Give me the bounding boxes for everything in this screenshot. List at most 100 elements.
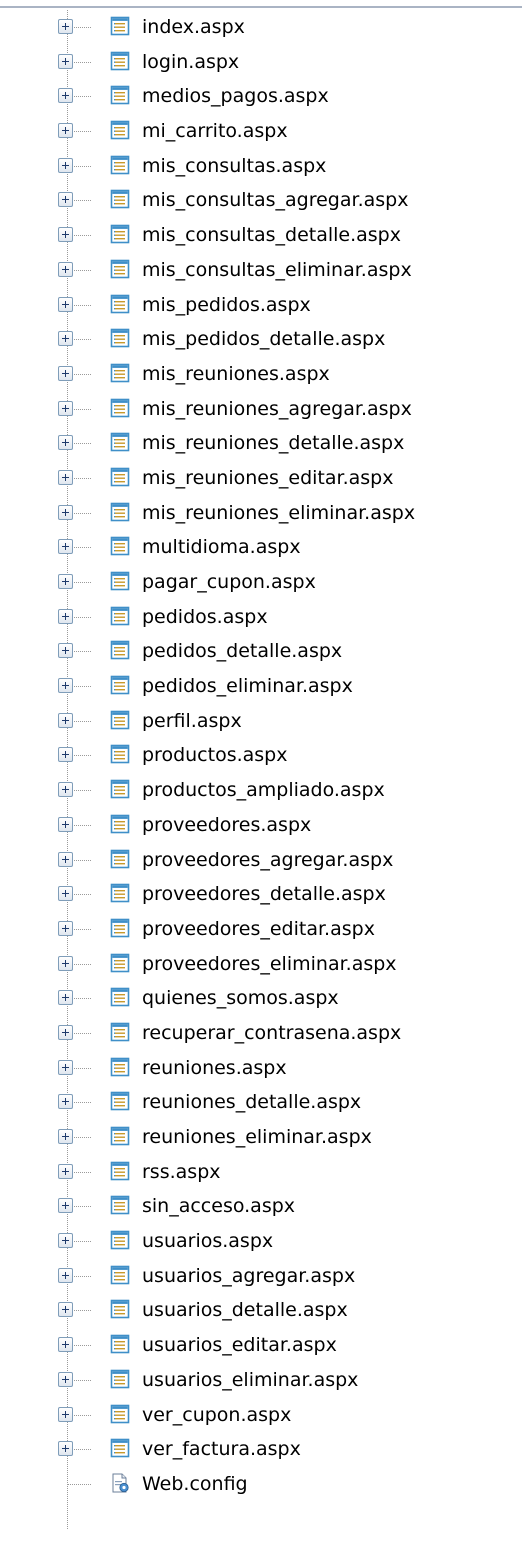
- tree-item[interactable]: index.aspx: [0, 10, 522, 45]
- expand-plus-icon[interactable]: [58, 678, 73, 694]
- expand-plus-icon[interactable]: [58, 1267, 73, 1283]
- expand-plus-icon[interactable]: [58, 469, 73, 485]
- tree-item[interactable]: mis_reuniones_eliminar.aspx: [0, 496, 522, 531]
- expand-plus-icon[interactable]: [58, 296, 73, 312]
- expand-plus-icon[interactable]: [58, 782, 73, 798]
- expand-plus-icon[interactable]: [58, 990, 73, 1006]
- expand-plus-icon[interactable]: [58, 920, 73, 936]
- tree-item[interactable]: mis_reuniones_editar.aspx: [0, 461, 522, 496]
- tree-item[interactable]: login.aspx: [0, 45, 522, 80]
- expand-plus-icon[interactable]: [58, 192, 73, 208]
- file-name: proveedores.aspx: [142, 813, 312, 836]
- expand-plus-icon[interactable]: [58, 574, 73, 589]
- expand-plus-icon[interactable]: [58, 504, 73, 520]
- aspx-page-icon: [110, 120, 130, 140]
- aspx-page-icon: [110, 328, 130, 348]
- expand-plus-icon[interactable]: [58, 1059, 73, 1075]
- expand-plus-icon[interactable]: [58, 1371, 73, 1387]
- tree-item[interactable]: mi_carrito.aspx: [0, 114, 522, 149]
- tree-item[interactable]: pedidos.aspx: [0, 600, 522, 635]
- expand-plus-icon[interactable]: [58, 1337, 73, 1353]
- expand-plus-icon[interactable]: [58, 747, 73, 763]
- file-name: reuniones_eliminar.aspx: [142, 1126, 372, 1148]
- tree-item[interactable]: usuarios_eliminar.aspx: [0, 1363, 522, 1398]
- expand-plus-icon[interactable]: [58, 539, 73, 555]
- tree-item[interactable]: reuniones_eliminar.aspx: [0, 1120, 522, 1155]
- file-name: usuarios_eliminar.aspx: [142, 1368, 359, 1391]
- tree-item[interactable]: sin_acceso.aspx: [0, 1189, 522, 1224]
- tree-item[interactable]: usuarios_editar.aspx: [0, 1328, 522, 1363]
- aspx-page-icon: [110, 363, 130, 383]
- tree-item[interactable]: ver_factura.aspx: [0, 1432, 522, 1467]
- tree-item[interactable]: mis_consultas_detalle.aspx: [0, 218, 522, 253]
- file-name: proveedores_detalle.aspx: [142, 883, 386, 906]
- tree-item[interactable]: quienes_somos.aspx: [0, 981, 522, 1016]
- tree-item[interactable]: usuarios_agregar.aspx: [0, 1259, 522, 1294]
- tree-item[interactable]: proveedores.aspx: [0, 808, 522, 843]
- expand-plus-icon[interactable]: [58, 1129, 73, 1144]
- file-name: proveedores_eliminar.aspx: [142, 952, 397, 975]
- tree-item[interactable]: usuarios_detalle.aspx: [0, 1293, 522, 1328]
- expand-plus-icon[interactable]: [58, 1233, 73, 1249]
- expand-plus-icon[interactable]: [58, 1163, 73, 1179]
- expand-plus-icon[interactable]: [58, 19, 73, 34]
- file-name: usuarios_agregar.aspx: [142, 1264, 356, 1287]
- expand-plus-icon[interactable]: [58, 53, 73, 69]
- tree-item[interactable]: perfil.aspx: [0, 704, 522, 739]
- aspx-page-icon: [110, 1334, 130, 1354]
- expand-plus-icon[interactable]: [58, 1302, 73, 1318]
- aspx-page-icon: [110, 1265, 130, 1285]
- tree-item[interactable]: mis_pedidos.aspx: [0, 288, 522, 323]
- expand-plus-icon[interactable]: [58, 1198, 73, 1214]
- expand-plus-icon[interactable]: [58, 123, 73, 139]
- tree-item[interactable]: usuarios.aspx: [0, 1224, 522, 1259]
- tree-item[interactable]: productos_ampliado.aspx: [0, 773, 522, 808]
- tree-item[interactable]: pagar_cupon.aspx: [0, 565, 522, 600]
- tree-item[interactable]: mis_reuniones_detalle.aspx: [0, 426, 522, 461]
- tree-item[interactable]: multidioma.aspx: [0, 530, 522, 565]
- file-name: ver_factura.aspx: [142, 1438, 301, 1461]
- tree-item[interactable]: mis_consultas_eliminar.aspx: [0, 253, 522, 288]
- expand-plus-icon[interactable]: [58, 331, 73, 347]
- expand-plus-icon[interactable]: [58, 88, 73, 104]
- tree-item-web-config[interactable]: Web.config: [0, 1467, 522, 1502]
- tree-item[interactable]: proveedores_eliminar.aspx: [0, 947, 522, 982]
- expand-plus-icon[interactable]: [58, 365, 73, 381]
- expand-plus-icon[interactable]: [58, 400, 73, 416]
- tree-item[interactable]: pedidos_detalle.aspx: [0, 634, 522, 669]
- tree-item[interactable]: proveedores_editar.aspx: [0, 912, 522, 947]
- expand-plus-icon[interactable]: [58, 1406, 73, 1422]
- tree-item[interactable]: rss.aspx: [0, 1155, 522, 1190]
- expand-plus-icon[interactable]: [58, 261, 73, 277]
- expand-plus-icon[interactable]: [58, 643, 73, 659]
- tree-item[interactable]: recuperar_contrasena.aspx: [0, 1016, 522, 1051]
- expand-plus-icon[interactable]: [58, 1094, 73, 1110]
- tree-item[interactable]: medios_pagos.aspx: [0, 79, 522, 114]
- expand-plus-icon[interactable]: [58, 157, 73, 173]
- file-name: mis_reuniones_editar.aspx: [142, 466, 394, 489]
- aspx-page-icon: [110, 1196, 130, 1215]
- expand-plus-icon[interactable]: [58, 955, 73, 971]
- expand-plus-icon[interactable]: [58, 608, 73, 624]
- tree-item[interactable]: mis_reuniones.aspx: [0, 357, 522, 392]
- expand-plus-icon[interactable]: [58, 227, 73, 243]
- tree-item[interactable]: pedidos_eliminar.aspx: [0, 669, 522, 704]
- file-name: Web.config: [142, 1472, 248, 1495]
- tree-item[interactable]: reuniones_detalle.aspx: [0, 1085, 522, 1120]
- expand-plus-icon[interactable]: [58, 886, 73, 902]
- expand-plus-icon[interactable]: [58, 816, 73, 832]
- tree-item[interactable]: mis_consultas_agregar.aspx: [0, 183, 522, 218]
- tree-item[interactable]: productos.aspx: [0, 738, 522, 773]
- tree-item[interactable]: ver_cupon.aspx: [0, 1398, 522, 1433]
- expand-plus-icon[interactable]: [58, 712, 73, 728]
- tree-item[interactable]: reuniones.aspx: [0, 1051, 522, 1086]
- tree-item[interactable]: proveedores_detalle.aspx: [0, 877, 522, 912]
- tree-item[interactable]: mis_consultas.aspx: [0, 149, 522, 184]
- tree-item[interactable]: mis_reuniones_agregar.aspx: [0, 392, 522, 427]
- expand-plus-icon[interactable]: [58, 1024, 73, 1040]
- expand-plus-icon[interactable]: [58, 851, 73, 867]
- expand-plus-icon[interactable]: [58, 435, 73, 451]
- tree-item[interactable]: mis_pedidos_detalle.aspx: [0, 322, 522, 357]
- tree-item[interactable]: proveedores_agregar.aspx: [0, 843, 522, 878]
- expand-plus-icon[interactable]: [58, 1441, 73, 1457]
